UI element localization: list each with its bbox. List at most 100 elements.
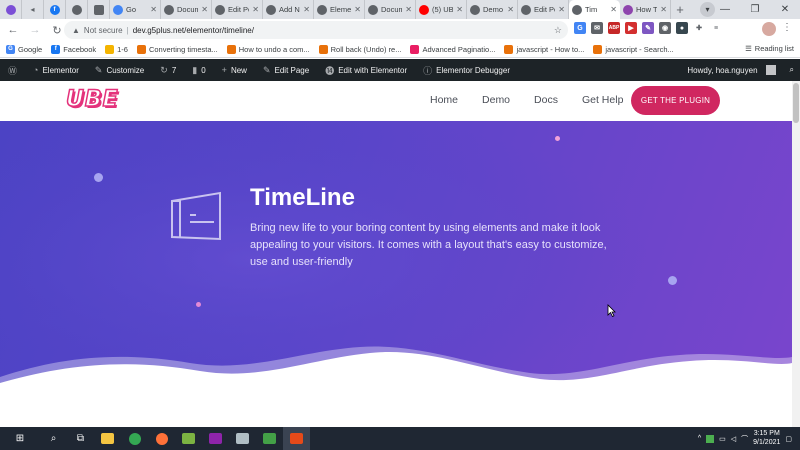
wifi-icon[interactable]: ⌒ bbox=[741, 434, 748, 444]
bookmark-item[interactable]: 1-6 bbox=[105, 44, 128, 54]
wp-updates-link[interactable]: ↻ 7 bbox=[152, 59, 184, 81]
files-button[interactable] bbox=[229, 427, 256, 450]
bookmark-icon bbox=[105, 44, 115, 54]
firefox-button[interactable] bbox=[148, 427, 175, 450]
wp-edit-elementor-link[interactable]: ⓮ Edit with Elementor bbox=[317, 59, 415, 81]
browser-tab[interactable]: (5) UBE✕ bbox=[416, 0, 467, 19]
browser-tab[interactable]: How To✕ bbox=[620, 0, 671, 19]
browser-tab[interactable]: Docum ✕ bbox=[161, 0, 212, 19]
wp-customize-link[interactable]: ✎ Customize bbox=[87, 59, 152, 81]
minimize-button[interactable]: — bbox=[710, 0, 740, 19]
site-nav-link[interactable]: Demo bbox=[482, 94, 510, 106]
camera-icon[interactable]: ◉ bbox=[659, 22, 671, 34]
security-status: Not secure bbox=[83, 25, 123, 35]
close-tab-icon[interactable]: ✕ bbox=[660, 5, 667, 14]
address-divider: | bbox=[126, 25, 129, 35]
bookmark-item[interactable]: f Facebook bbox=[51, 44, 96, 54]
wp-howdy-link[interactable]: Howdy, hoa.nguyen bbox=[679, 59, 783, 81]
tab-stack[interactable] bbox=[88, 0, 110, 19]
tab-generic[interactable] bbox=[66, 0, 88, 19]
recorder-button[interactable] bbox=[283, 427, 310, 450]
scrollbar-thumb[interactable] bbox=[793, 83, 799, 123]
profile-icon bbox=[5, 4, 16, 15]
close-tab-icon[interactable]: ✕ bbox=[405, 5, 412, 14]
bookmark-item[interactable]: Roll back (Undo) re... bbox=[318, 44, 401, 54]
explorer-button[interactable] bbox=[94, 427, 121, 450]
wp-elementor-link[interactable]: ◔ Elementor bbox=[25, 59, 87, 81]
wp-customize-label: Customize bbox=[106, 65, 145, 75]
tab-profile[interactable] bbox=[0, 0, 22, 19]
mail-icon[interactable]: ✉ bbox=[591, 22, 603, 34]
chevron-up-icon[interactable]: ^ bbox=[698, 435, 701, 442]
bookmark-item[interactable]: Advanced Paginatio... bbox=[410, 44, 495, 54]
translate-icon[interactable]: G bbox=[574, 22, 586, 34]
browser-tab[interactable]: Elemen✕ bbox=[314, 0, 365, 19]
abp-icon[interactable]: ABP bbox=[608, 22, 620, 34]
puzzle-icon[interactable]: ✚ bbox=[693, 22, 705, 34]
reading-list-button[interactable]: ☰ Reading list bbox=[745, 44, 794, 53]
close-tab-icon[interactable]: ✕ bbox=[610, 5, 617, 14]
address-bar[interactable]: ▲ Not secure | dev.g5plus.net/elementor/… bbox=[64, 21, 568, 39]
browser-tab[interactable]: Edit Po✕ bbox=[518, 0, 569, 19]
tab-muted[interactable]: ◂ bbox=[22, 0, 44, 19]
queue-icon[interactable]: ≡ bbox=[710, 22, 722, 34]
site-logo[interactable]: UBE bbox=[65, 86, 119, 113]
search-button[interactable]: ⌕ bbox=[40, 427, 67, 450]
close-tab-icon[interactable]: ✕ bbox=[150, 5, 157, 14]
start-button[interactable]: ⊞ bbox=[0, 427, 40, 450]
wp-new-link[interactable]: + New bbox=[214, 59, 255, 81]
wp-logo-button[interactable]: Ⓦ bbox=[0, 59, 25, 81]
new-tab-button[interactable]: + bbox=[671, 0, 689, 19]
wp-search-button[interactable]: ⌕ bbox=[784, 59, 800, 81]
more-menu-icon[interactable]: ⋮ bbox=[782, 22, 792, 33]
bookmark-item[interactable]: G Google bbox=[6, 44, 42, 54]
site-nav-link[interactable]: Get Help bbox=[582, 94, 623, 106]
forward-button[interactable]: → bbox=[26, 21, 44, 39]
notepad-button[interactable] bbox=[175, 427, 202, 450]
wp-debugger-link[interactable]: ⓘ Elementor Debugger bbox=[415, 59, 518, 81]
close-tab-icon[interactable]: ✕ bbox=[507, 5, 514, 14]
wp-comments-link[interactable]: ▮ 0 bbox=[184, 59, 213, 81]
browser-tab[interactable]: Go ✕ bbox=[110, 0, 161, 19]
wp-edit-page-label: Edit Page bbox=[274, 65, 310, 75]
browser-tab[interactable]: Tim ✕ bbox=[569, 0, 620, 19]
back-button[interactable]: ← bbox=[4, 21, 22, 39]
browser-tab[interactable]: Docum ✕ bbox=[365, 0, 416, 19]
tray-app-icon[interactable] bbox=[706, 434, 715, 443]
speaker-icon: ◂ bbox=[30, 5, 35, 14]
close-tab-icon[interactable]: ✕ bbox=[456, 5, 463, 14]
wp-edit-page-link[interactable]: ✎ Edit Page bbox=[255, 59, 317, 81]
bookmark-item[interactable]: Converting timesta... bbox=[136, 44, 218, 54]
close-tab-icon[interactable]: ✕ bbox=[252, 5, 259, 14]
close-tab-icon[interactable]: ✕ bbox=[354, 5, 361, 14]
close-tab-icon[interactable]: ✕ bbox=[558, 5, 565, 14]
maximize-button[interactable]: ❐ bbox=[740, 0, 770, 19]
pen-icon[interactable]: ✎ bbox=[642, 22, 654, 34]
star-icon[interactable]: ☆ bbox=[554, 25, 562, 36]
video-icon[interactable]: ▶ bbox=[625, 22, 637, 34]
bookmark-item[interactable]: How to undo a com... bbox=[226, 44, 310, 54]
browser-tab[interactable]: Demo ✕ bbox=[467, 0, 518, 19]
site-nav-link[interactable]: Docs bbox=[534, 94, 558, 106]
site-nav-link[interactable]: Home bbox=[430, 94, 458, 106]
task-view-button[interactable]: ⧉ bbox=[67, 427, 94, 450]
phpstorm-button[interactable] bbox=[202, 427, 229, 450]
network-icon[interactable]: ▭ bbox=[719, 435, 726, 443]
get-plugin-button[interactable]: GET THE PLUGIN bbox=[631, 86, 720, 115]
notifications-icon[interactable]: ▢ bbox=[785, 435, 792, 443]
profile-avatar[interactable] bbox=[762, 22, 776, 36]
close-tab-icon[interactable]: ✕ bbox=[303, 5, 310, 14]
camtasia-button[interactable] bbox=[256, 427, 283, 450]
tab-facebook[interactable]: f bbox=[44, 0, 66, 19]
clock[interactable]: 3:15 PM 9/1/2021 bbox=[753, 430, 780, 446]
bookmark-item[interactable]: javascript - Search... bbox=[593, 44, 674, 54]
close-tab-icon[interactable]: ✕ bbox=[201, 5, 208, 14]
chrome-button[interactable] bbox=[121, 427, 148, 450]
volume-icon[interactable]: ◁ bbox=[731, 435, 736, 443]
bookmark-item[interactable]: javascript - How to... bbox=[504, 44, 584, 54]
close-window-button[interactable]: ✕ bbox=[770, 0, 800, 19]
browser-tab[interactable]: Add N ✕ bbox=[263, 0, 314, 19]
record-icon[interactable]: ● bbox=[676, 22, 688, 34]
page-scrollbar[interactable] bbox=[792, 81, 800, 427]
browser-tab[interactable]: Edit Po✕ bbox=[212, 0, 263, 19]
